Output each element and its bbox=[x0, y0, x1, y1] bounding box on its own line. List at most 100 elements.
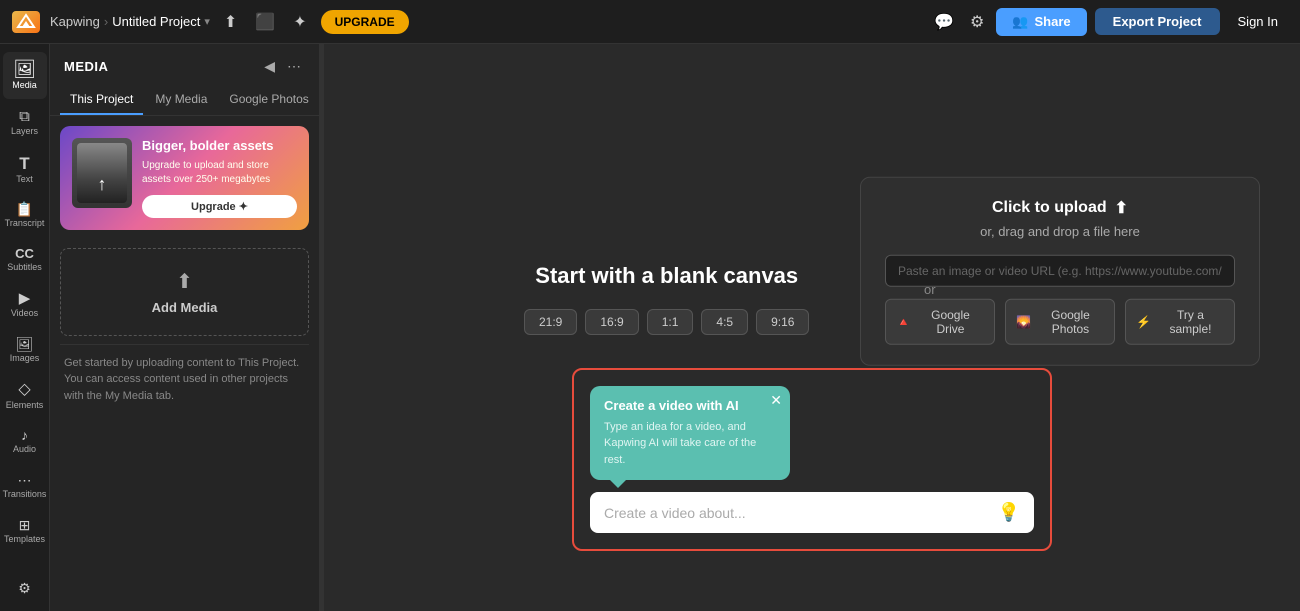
sidebar-item-text[interactable]: T Text bbox=[3, 147, 47, 193]
try-sample-btn[interactable]: ⚡ Try a sample! bbox=[1125, 298, 1235, 344]
panel-info: Get started by uploading content to This… bbox=[50, 345, 319, 415]
aspect-btn-4-5[interactable]: 4:5 bbox=[701, 309, 748, 335]
add-media-icon: ⬆ bbox=[176, 269, 193, 294]
ai-input-row: 💡 bbox=[590, 492, 1034, 533]
upgrade-button[interactable]: UPGRADE bbox=[321, 10, 409, 34]
upload-bottom-buttons: 🔺 Google Drive 🌄 Google Photos ⚡ Try a s… bbox=[885, 298, 1235, 344]
topbar: Kapwing › Untitled Project ▾ ⬆ ⬛ ✦ UPGRA… bbox=[0, 0, 1300, 44]
google-drive-btn[interactable]: 🔺 Google Drive bbox=[885, 298, 995, 344]
sidebar-label-text: Text bbox=[16, 174, 33, 185]
upgrade-card-content: Bigger, bolder assets Upgrade to upload … bbox=[142, 138, 297, 218]
media-icon: 🖼 bbox=[13, 60, 36, 78]
canvas-area: Start with a blank canvas 21:9 16:9 1:1 … bbox=[324, 44, 1300, 611]
blank-canvas-label: Start with a blank canvas bbox=[535, 263, 798, 289]
ai-tooltip-title: Create a video with AI bbox=[604, 398, 776, 413]
upload-title-text: Click to upload bbox=[992, 198, 1107, 216]
project-name: Untitled Project bbox=[112, 14, 200, 29]
tab-google-photos[interactable]: Google Photos bbox=[219, 85, 318, 115]
export-button[interactable]: Export Project bbox=[1095, 8, 1220, 35]
add-media-area[interactable]: ⬆ Add Media bbox=[60, 248, 309, 336]
share-icon: 👥 bbox=[1012, 14, 1028, 30]
panel-collapse-btn[interactable]: ◀ bbox=[260, 56, 279, 77]
comment-icon-btn[interactable]: 💬 bbox=[930, 8, 958, 36]
upload-icon: ⬆ bbox=[1115, 197, 1128, 217]
layers-icon: ⧉ bbox=[19, 109, 30, 124]
sidebar: 🖼 Media ⧉ Layers T Text 📋 Transcript CC … bbox=[0, 44, 50, 611]
sidebar-item-transitions[interactable]: ⋯ Transitions bbox=[3, 465, 47, 508]
upload-area: Click to upload ⬆ or, drag and drop a fi… bbox=[885, 197, 1235, 238]
breadcrumb: Kapwing › Untitled Project ▾ bbox=[50, 14, 210, 29]
google-drive-label: Google Drive bbox=[917, 307, 984, 335]
kapwing-logo bbox=[12, 11, 40, 33]
add-media-label: Add Media bbox=[152, 300, 218, 315]
media-panel: MEDIA ◀ ⋯ This Project My Media Google P… bbox=[50, 44, 320, 611]
sidebar-item-videos[interactable]: ▶ Videos bbox=[3, 283, 47, 327]
transitions-icon: ⋯ bbox=[18, 473, 32, 487]
share-label: Share bbox=[1035, 14, 1071, 29]
aspect-btn-16-9[interactable]: 16:9 bbox=[585, 309, 638, 335]
sidebar-label-templates: Templates bbox=[4, 534, 45, 545]
project-name-link[interactable]: Untitled Project ▾ bbox=[112, 14, 210, 29]
ai-creation-box: ✕ Create a video with AI Type an idea fo… bbox=[572, 368, 1052, 552]
upgrade-card-title: Bigger, bolder assets bbox=[142, 138, 297, 155]
sidebar-item-elements[interactable]: ◇ Elements bbox=[3, 374, 47, 419]
aspect-btn-9-16[interactable]: 9:16 bbox=[756, 309, 809, 335]
upgrade-card-img-inner bbox=[77, 143, 127, 203]
upload-subtitle: or, drag and drop a file here bbox=[980, 223, 1140, 238]
google-photos-btn[interactable]: 🌄 Google Photos bbox=[1005, 298, 1115, 344]
transcript-icon: 📋 bbox=[16, 202, 33, 216]
upload-url-input[interactable] bbox=[885, 254, 1235, 286]
sidebar-item-layers[interactable]: ⧉ Layers bbox=[3, 101, 47, 145]
upload-panel: Click to upload ⬆ or, drag and drop a fi… bbox=[860, 176, 1260, 365]
share-button[interactable]: 👥 Share bbox=[996, 8, 1086, 36]
aspect-ratios: 21:9 16:9 1:1 4:5 9:16 bbox=[524, 309, 809, 335]
panel-header-icons: ◀ ⋯ bbox=[260, 56, 305, 77]
app-name: Kapwing bbox=[50, 14, 100, 29]
upgrade-card-image bbox=[72, 138, 132, 208]
sidebar-item-images[interactable]: 🖼 Images bbox=[3, 329, 47, 372]
try-sample-label: Try a sample! bbox=[1157, 307, 1224, 335]
settings-icon-btn[interactable]: ⚙ bbox=[966, 8, 988, 36]
sidebar-item-media[interactable]: 🖼 Media bbox=[3, 52, 47, 99]
elements-icon: ◇ bbox=[18, 382, 30, 398]
ai-input-icon[interactable]: 💡 bbox=[998, 502, 1020, 523]
sidebar-label-videos: Videos bbox=[11, 308, 38, 319]
ai-tooltip-close-btn[interactable]: ✕ bbox=[770, 392, 782, 409]
more-icon: ⚙ bbox=[18, 581, 31, 595]
sidebar-label-images: Images bbox=[10, 353, 40, 364]
panel-more-btn[interactable]: ⋯ bbox=[283, 56, 305, 77]
topbar-right: 💬 ⚙ 👥 Share Export Project Sign In bbox=[930, 8, 1288, 36]
images-icon: 🖼 bbox=[16, 337, 34, 351]
screen-icon-btn[interactable]: ⬛ bbox=[251, 8, 279, 36]
upgrade-card: Bigger, bolder assets Upgrade to upload … bbox=[60, 126, 309, 230]
sidebar-item-more[interactable]: ⚙ bbox=[3, 573, 47, 603]
tab-my-media[interactable]: My Media bbox=[145, 85, 217, 115]
ai-video-input[interactable] bbox=[604, 505, 998, 521]
magic-icon-btn[interactable]: ✦ bbox=[289, 8, 310, 36]
upgrade-card-button[interactable]: Upgrade ✦ bbox=[142, 195, 297, 218]
templates-icon: ⊞ bbox=[19, 518, 31, 532]
audio-icon: ♪ bbox=[21, 428, 28, 442]
sidebar-item-transcript[interactable]: 📋 Transcript bbox=[3, 194, 47, 237]
panel-header: MEDIA ◀ ⋯ bbox=[50, 44, 319, 85]
or-divider: or bbox=[924, 282, 936, 297]
panel-title: MEDIA bbox=[64, 59, 108, 74]
sidebar-item-audio[interactable]: ♪ Audio bbox=[3, 420, 47, 463]
sidebar-label-media: Media bbox=[12, 80, 37, 91]
sidebar-item-templates[interactable]: ⊞ Templates bbox=[3, 510, 47, 553]
project-arrow: ▾ bbox=[204, 15, 210, 28]
try-sample-icon: ⚡ bbox=[1136, 314, 1151, 328]
main-layout: 🖼 Media ⧉ Layers T Text 📋 Transcript CC … bbox=[0, 44, 1300, 611]
ai-tooltip: ✕ Create a video with AI Type an idea fo… bbox=[590, 386, 790, 481]
text-icon: T bbox=[19, 155, 29, 172]
aspect-btn-1-1[interactable]: 1:1 bbox=[647, 309, 694, 335]
signin-button[interactable]: Sign In bbox=[1228, 8, 1288, 35]
google-photos-icon: 🌄 bbox=[1016, 314, 1031, 328]
tab-this-project[interactable]: This Project bbox=[60, 85, 143, 115]
upload-icon-btn[interactable]: ⬆ bbox=[220, 8, 241, 36]
breadcrumb-sep: › bbox=[104, 14, 108, 29]
aspect-btn-21-9[interactable]: 21:9 bbox=[524, 309, 577, 335]
sidebar-item-subtitles[interactable]: CC Subtitles bbox=[3, 239, 47, 281]
upgrade-card-desc: Upgrade to upload and store assets over … bbox=[142, 159, 297, 187]
ai-tooltip-desc: Type an idea for a video, and Kapwing AI… bbox=[604, 419, 776, 469]
